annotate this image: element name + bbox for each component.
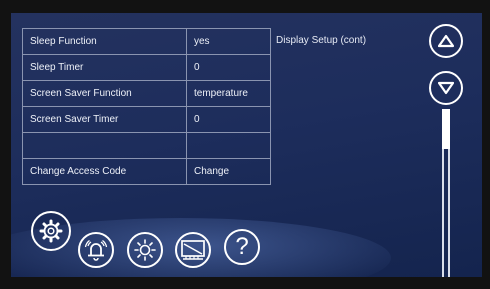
scrollbar-thumb[interactable]	[442, 109, 450, 149]
setting-value[interactable]: 0	[186, 106, 271, 133]
table-row	[22, 132, 271, 159]
display-screen: Sleep Function yes Sleep Timer 0 Screen …	[11, 13, 482, 277]
scroll-down-button[interactable]	[429, 71, 463, 105]
setting-value[interactable]: yes	[186, 28, 271, 55]
table-row: Change Access Code Change	[22, 158, 271, 185]
table-row: Screen Saver Timer 0	[22, 106, 271, 133]
setting-value[interactable]: 0	[186, 54, 271, 81]
scroll-up-button[interactable]	[429, 24, 463, 58]
alarm-button[interactable]	[78, 232, 114, 268]
table-row: Sleep Timer 0	[22, 54, 271, 81]
setting-label: Change Access Code	[22, 158, 187, 185]
setting-label: Screen Saver Function	[22, 80, 187, 107]
setting-value[interactable]: temperature	[186, 80, 271, 107]
setting-label: Sleep Function	[22, 28, 187, 55]
setting-value	[186, 132, 271, 159]
help-button[interactable]: ?	[224, 229, 260, 265]
table-row: Sleep Function yes	[22, 28, 271, 55]
change-access-code-button[interactable]: Change	[186, 158, 271, 185]
chevron-down-icon	[438, 81, 454, 95]
alarm-bell-icon	[84, 239, 108, 261]
display-button[interactable]	[175, 232, 211, 268]
settings-button[interactable]	[31, 211, 71, 251]
gear-icon	[39, 219, 63, 243]
brightness-icon	[134, 239, 156, 261]
help-icon: ?	[235, 233, 249, 260]
setting-label: Sleep Timer	[22, 54, 187, 81]
table-row: Screen Saver Function temperature	[22, 80, 271, 107]
brightness-button[interactable]	[127, 232, 163, 268]
page-title: Display Setup (cont)	[276, 35, 367, 46]
setting-label	[22, 132, 187, 159]
settings-table: Sleep Function yes Sleep Timer 0 Screen …	[22, 28, 271, 185]
chevron-up-icon	[438, 34, 454, 48]
setting-label: Screen Saver Timer	[22, 106, 187, 133]
scrollbar-track[interactable]	[442, 109, 450, 277]
display-icon	[181, 240, 205, 260]
